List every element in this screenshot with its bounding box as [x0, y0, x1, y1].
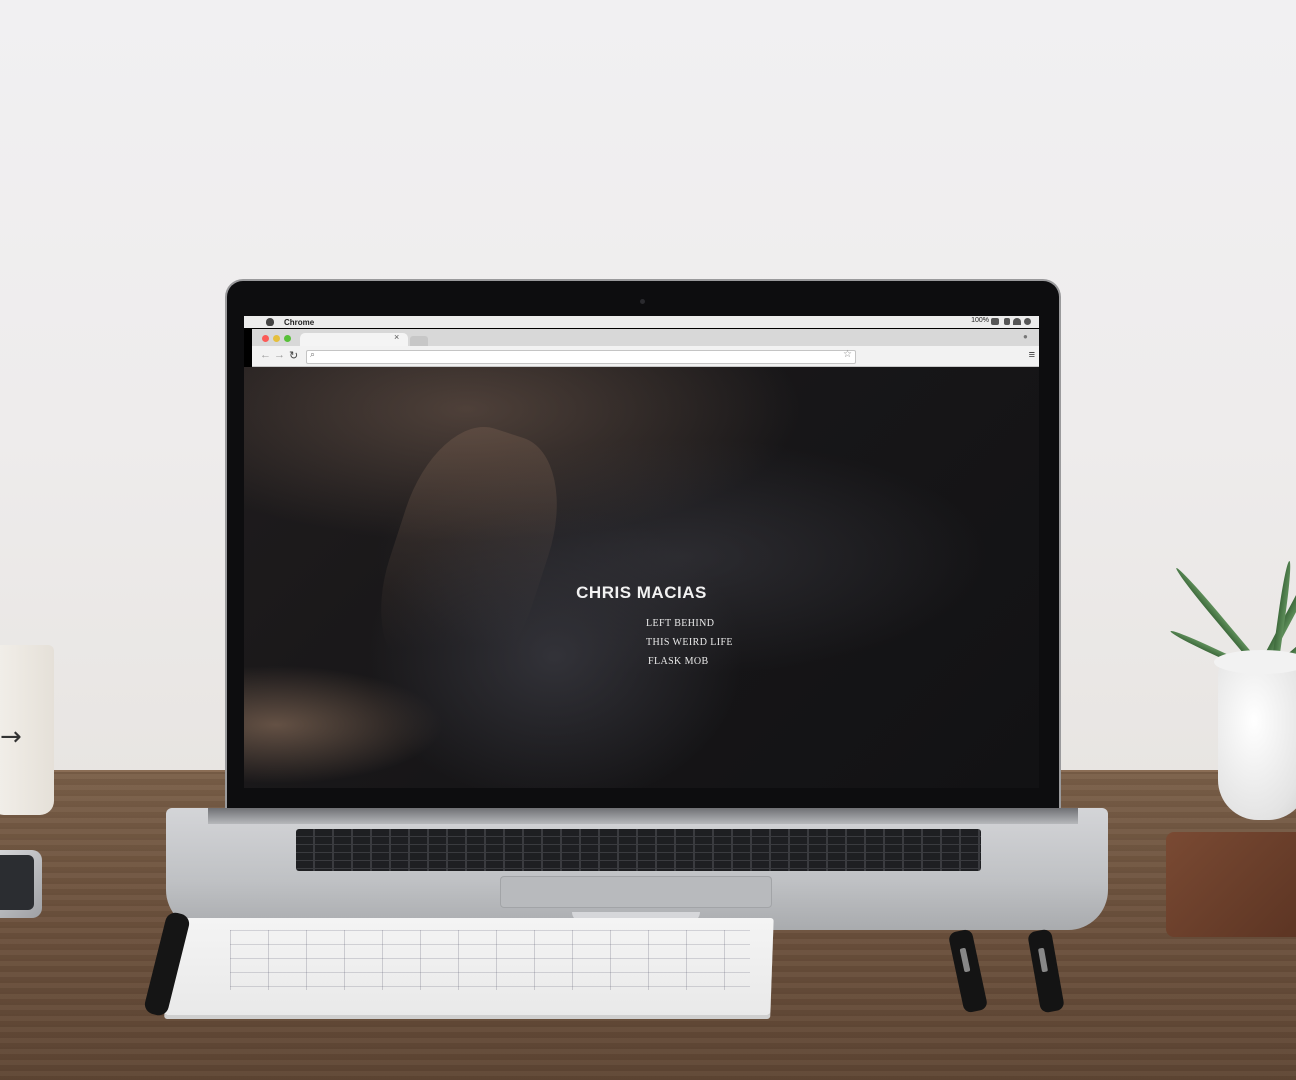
site-title[interactable]: CHRIS MACIAS: [244, 583, 1039, 603]
close-window-icon[interactable]: [262, 335, 269, 342]
search-icon[interactable]: [1024, 318, 1031, 325]
notebook-sketches: [230, 930, 750, 990]
maximize-window-icon[interactable]: [284, 335, 291, 342]
pot-arrow-drawing: →: [0, 722, 22, 752]
back-arrow-icon[interactable]: ←: [260, 349, 271, 361]
battery-icon[interactable]: [991, 318, 999, 325]
nav-link-flask-mob[interactable]: FLASK MOB: [648, 656, 786, 675]
laptop-hinge: [208, 808, 1078, 824]
forward-arrow-icon[interactable]: →: [274, 349, 285, 361]
close-icon[interactable]: ×: [394, 332, 399, 342]
apple-logo-icon[interactable]: [266, 318, 274, 326]
browser-tabstrip: × ●: [252, 329, 1039, 346]
smartphone-screen: [0, 855, 34, 910]
website-hero: CHRIS MACIAS LEFT BEHIND THIS WEIRD LIFE…: [244, 367, 1039, 788]
bluetooth-icon[interactable]: [1004, 318, 1010, 325]
battery-status[interactable]: 100%: [971, 317, 989, 324]
wifi-icon[interactable]: [1013, 318, 1021, 325]
star-icon[interactable]: ☆: [843, 349, 852, 360]
nav-link-this-weird-life[interactable]: THIS WEIRD LIFE: [646, 637, 786, 656]
os-menubar: Chrome 100%: [244, 316, 1039, 328]
nav-link-left-behind[interactable]: LEFT BEHIND: [646, 618, 786, 637]
menubar-app-name[interactable]: Chrome: [284, 318, 314, 327]
leather-notepad: [1166, 832, 1296, 937]
laptop-screen: Chrome 100% × ● ← → ↻ ⌕ ☆ ≡ CHRIS MACIAS…: [244, 316, 1039, 788]
search-icon: ⌕: [310, 349, 316, 359]
browser-toolbar: ← → ↻ ⌕ ☆ ≡: [252, 346, 1039, 367]
site-navigation: LEFT BEHIND THIS WEIRD LIFE FLASK MOB: [646, 618, 786, 675]
new-tab-button[interactable]: [410, 336, 428, 346]
keyboard-rows: [296, 829, 981, 871]
webcam: [640, 299, 645, 304]
right-plant-pot: [1218, 655, 1296, 820]
user-icon[interactable]: ●: [1023, 332, 1031, 342]
hamburger-menu-icon[interactable]: ≡: [1029, 349, 1035, 361]
browser-tab[interactable]: ×: [300, 332, 408, 346]
trackpad: [500, 876, 772, 908]
reload-icon[interactable]: ↻: [289, 349, 298, 362]
address-bar[interactable]: ⌕ ☆: [306, 349, 856, 364]
minimize-window-icon[interactable]: [273, 335, 280, 342]
